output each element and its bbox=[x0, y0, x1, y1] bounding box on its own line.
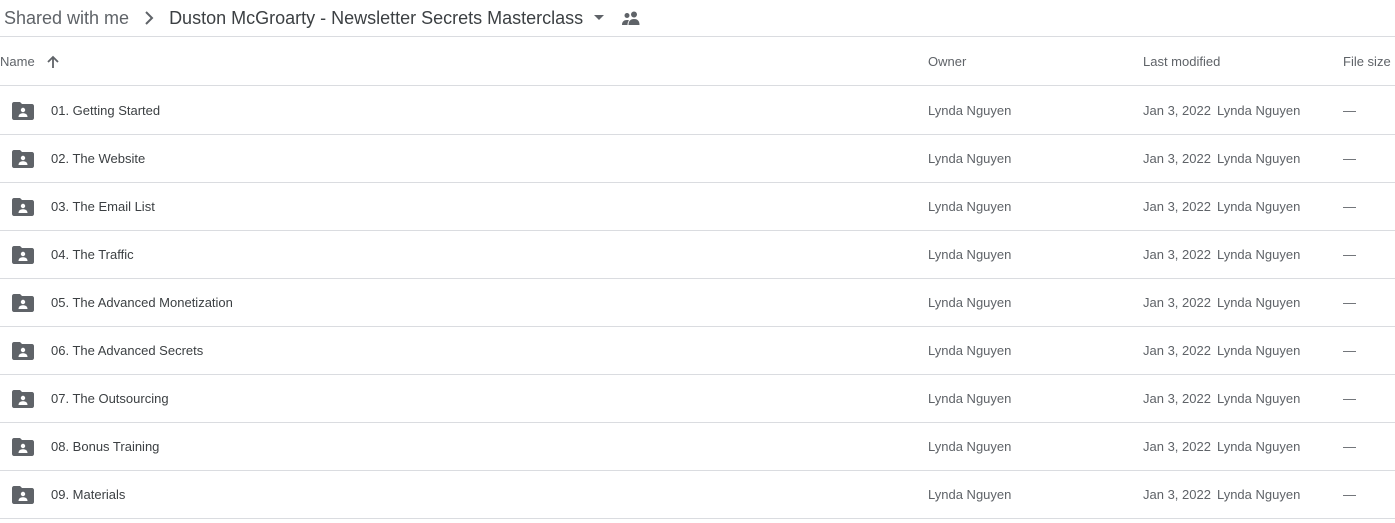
file-last-modified: Jan 3, 2022 Lynda Nguyen bbox=[1143, 231, 1300, 278]
modified-date: Jan 3, 2022 bbox=[1143, 343, 1211, 358]
breadcrumb-current-folder[interactable]: Duston McGroarty - Newsletter Secrets Ma… bbox=[169, 4, 583, 32]
file-owner: Lynda Nguyen bbox=[928, 343, 1012, 358]
column-header-name[interactable]: Name bbox=[0, 38, 61, 85]
file-size: — bbox=[1343, 343, 1356, 358]
file-size: — bbox=[1343, 199, 1356, 214]
file-name: 02. The Website bbox=[51, 151, 146, 166]
file-size: — bbox=[1343, 151, 1356, 166]
file-owner: Lynda Nguyen bbox=[928, 295, 1012, 310]
file-last-modified: Jan 3, 2022 Lynda Nguyen bbox=[1143, 423, 1300, 470]
file-owner: Lynda Nguyen bbox=[928, 439, 1012, 454]
shared-folder-icon bbox=[12, 135, 34, 182]
modified-by: Lynda Nguyen bbox=[1216, 103, 1301, 118]
file-size: — bbox=[1343, 103, 1356, 118]
file-last-modified: Jan 3, 2022 Lynda Nguyen bbox=[1143, 183, 1300, 230]
file-name: 06. The Advanced Secrets bbox=[51, 343, 204, 358]
modified-by: Lynda Nguyen bbox=[1216, 391, 1301, 406]
table-row[interactable]: 04. The Traffic Lynda Nguyen Jan 3, 2022… bbox=[0, 231, 1395, 279]
file-last-modified: Jan 3, 2022 Lynda Nguyen bbox=[1143, 135, 1300, 182]
shared-folder-icon bbox=[12, 87, 34, 134]
column-header-last-modified[interactable]: Last modified bbox=[1143, 38, 1220, 85]
breadcrumb: Shared with me Duston McGroarty - Newsle… bbox=[0, 0, 1395, 37]
people-icon[interactable] bbox=[621, 8, 641, 28]
shared-folder-icon bbox=[12, 231, 34, 278]
file-name: 08. Bonus Training bbox=[51, 439, 160, 454]
modified-date: Jan 3, 2022 bbox=[1143, 487, 1211, 502]
file-owner: Lynda Nguyen bbox=[928, 487, 1012, 502]
table-row[interactable]: 08. Bonus Training Lynda Nguyen Jan 3, 2… bbox=[0, 423, 1395, 471]
modified-by: Lynda Nguyen bbox=[1216, 295, 1301, 310]
file-list: 01. Getting Started Lynda Nguyen Jan 3, … bbox=[0, 87, 1395, 519]
file-owner: Lynda Nguyen bbox=[928, 103, 1012, 118]
table-row[interactable]: 03. The Email List Lynda Nguyen Jan 3, 2… bbox=[0, 183, 1395, 231]
shared-folder-icon bbox=[12, 327, 34, 374]
modified-date: Jan 3, 2022 bbox=[1143, 199, 1211, 214]
file-name: 07. The Outsourcing bbox=[51, 391, 169, 406]
file-last-modified: Jan 3, 2022 Lynda Nguyen bbox=[1143, 279, 1300, 326]
modified-date: Jan 3, 2022 bbox=[1143, 391, 1211, 406]
table-row[interactable]: 02. The Website Lynda Nguyen Jan 3, 2022… bbox=[0, 135, 1395, 183]
arrow-drop-down-icon[interactable] bbox=[591, 10, 607, 26]
shared-folder-icon bbox=[12, 471, 34, 518]
file-size: — bbox=[1343, 439, 1356, 454]
file-name: 04. The Traffic bbox=[51, 247, 134, 262]
shared-folder-icon bbox=[12, 183, 34, 230]
file-owner: Lynda Nguyen bbox=[928, 247, 1012, 262]
table-row[interactable]: 07. The Outsourcing Lynda Nguyen Jan 3, … bbox=[0, 375, 1395, 423]
arrow-up-icon[interactable] bbox=[45, 54, 61, 70]
column-header-owner[interactable]: Owner bbox=[928, 38, 966, 85]
file-owner: Lynda Nguyen bbox=[928, 199, 1012, 214]
shared-folder-icon bbox=[12, 423, 34, 470]
file-last-modified: Jan 3, 2022 Lynda Nguyen bbox=[1143, 471, 1300, 518]
shared-folder-icon bbox=[12, 279, 34, 326]
modified-date: Jan 3, 2022 bbox=[1143, 295, 1211, 310]
table-row[interactable]: 09. Materials Lynda Nguyen Jan 3, 2022 Ly… bbox=[0, 471, 1395, 519]
modified-by: Lynda Nguyen bbox=[1216, 199, 1301, 214]
shared-folder-icon bbox=[12, 375, 34, 422]
file-last-modified: Jan 3, 2022 Lynda Nguyen bbox=[1143, 87, 1300, 134]
chevron-right-icon bbox=[143, 8, 155, 28]
table-row[interactable]: 05. The Advanced Monetization Lynda Nguy… bbox=[0, 279, 1395, 327]
file-owner: Lynda Nguyen bbox=[928, 391, 1012, 406]
modified-date: Jan 3, 2022 bbox=[1143, 151, 1211, 166]
file-name: 09. Materials bbox=[51, 487, 126, 502]
file-name: 05. The Advanced Monetization bbox=[51, 295, 233, 310]
breadcrumb-shared-with-me[interactable]: Shared with me bbox=[0, 4, 129, 32]
column-header-name-label: Name bbox=[0, 54, 35, 69]
file-owner: Lynda Nguyen bbox=[928, 151, 1012, 166]
modified-date: Jan 3, 2022 bbox=[1143, 439, 1211, 454]
column-header-row: Name Owner Last modified File size bbox=[0, 38, 1395, 86]
file-size: — bbox=[1343, 487, 1356, 502]
modified-by: Lynda Nguyen bbox=[1216, 439, 1301, 454]
modified-by: Lynda Nguyen bbox=[1216, 487, 1301, 502]
modified-by: Lynda Nguyen bbox=[1216, 343, 1301, 358]
file-size: — bbox=[1343, 295, 1356, 310]
modified-date: Jan 3, 2022 bbox=[1143, 247, 1211, 262]
table-row[interactable]: 01. Getting Started Lynda Nguyen Jan 3, … bbox=[0, 87, 1395, 135]
file-last-modified: Jan 3, 2022 Lynda Nguyen bbox=[1143, 375, 1300, 422]
file-size: — bbox=[1343, 247, 1356, 262]
file-size: — bbox=[1343, 391, 1356, 406]
modified-date: Jan 3, 2022 bbox=[1143, 103, 1211, 118]
file-name: 01. Getting Started bbox=[51, 103, 161, 118]
file-last-modified: Jan 3, 2022 Lynda Nguyen bbox=[1143, 327, 1300, 374]
modified-by: Lynda Nguyen bbox=[1216, 151, 1301, 166]
modified-by: Lynda Nguyen bbox=[1216, 247, 1301, 262]
column-header-file-size[interactable]: File size bbox=[1343, 38, 1391, 85]
table-row[interactable]: 06. The Advanced Secrets Lynda Nguyen Ja… bbox=[0, 327, 1395, 375]
file-name: 03. The Email List bbox=[51, 199, 155, 214]
